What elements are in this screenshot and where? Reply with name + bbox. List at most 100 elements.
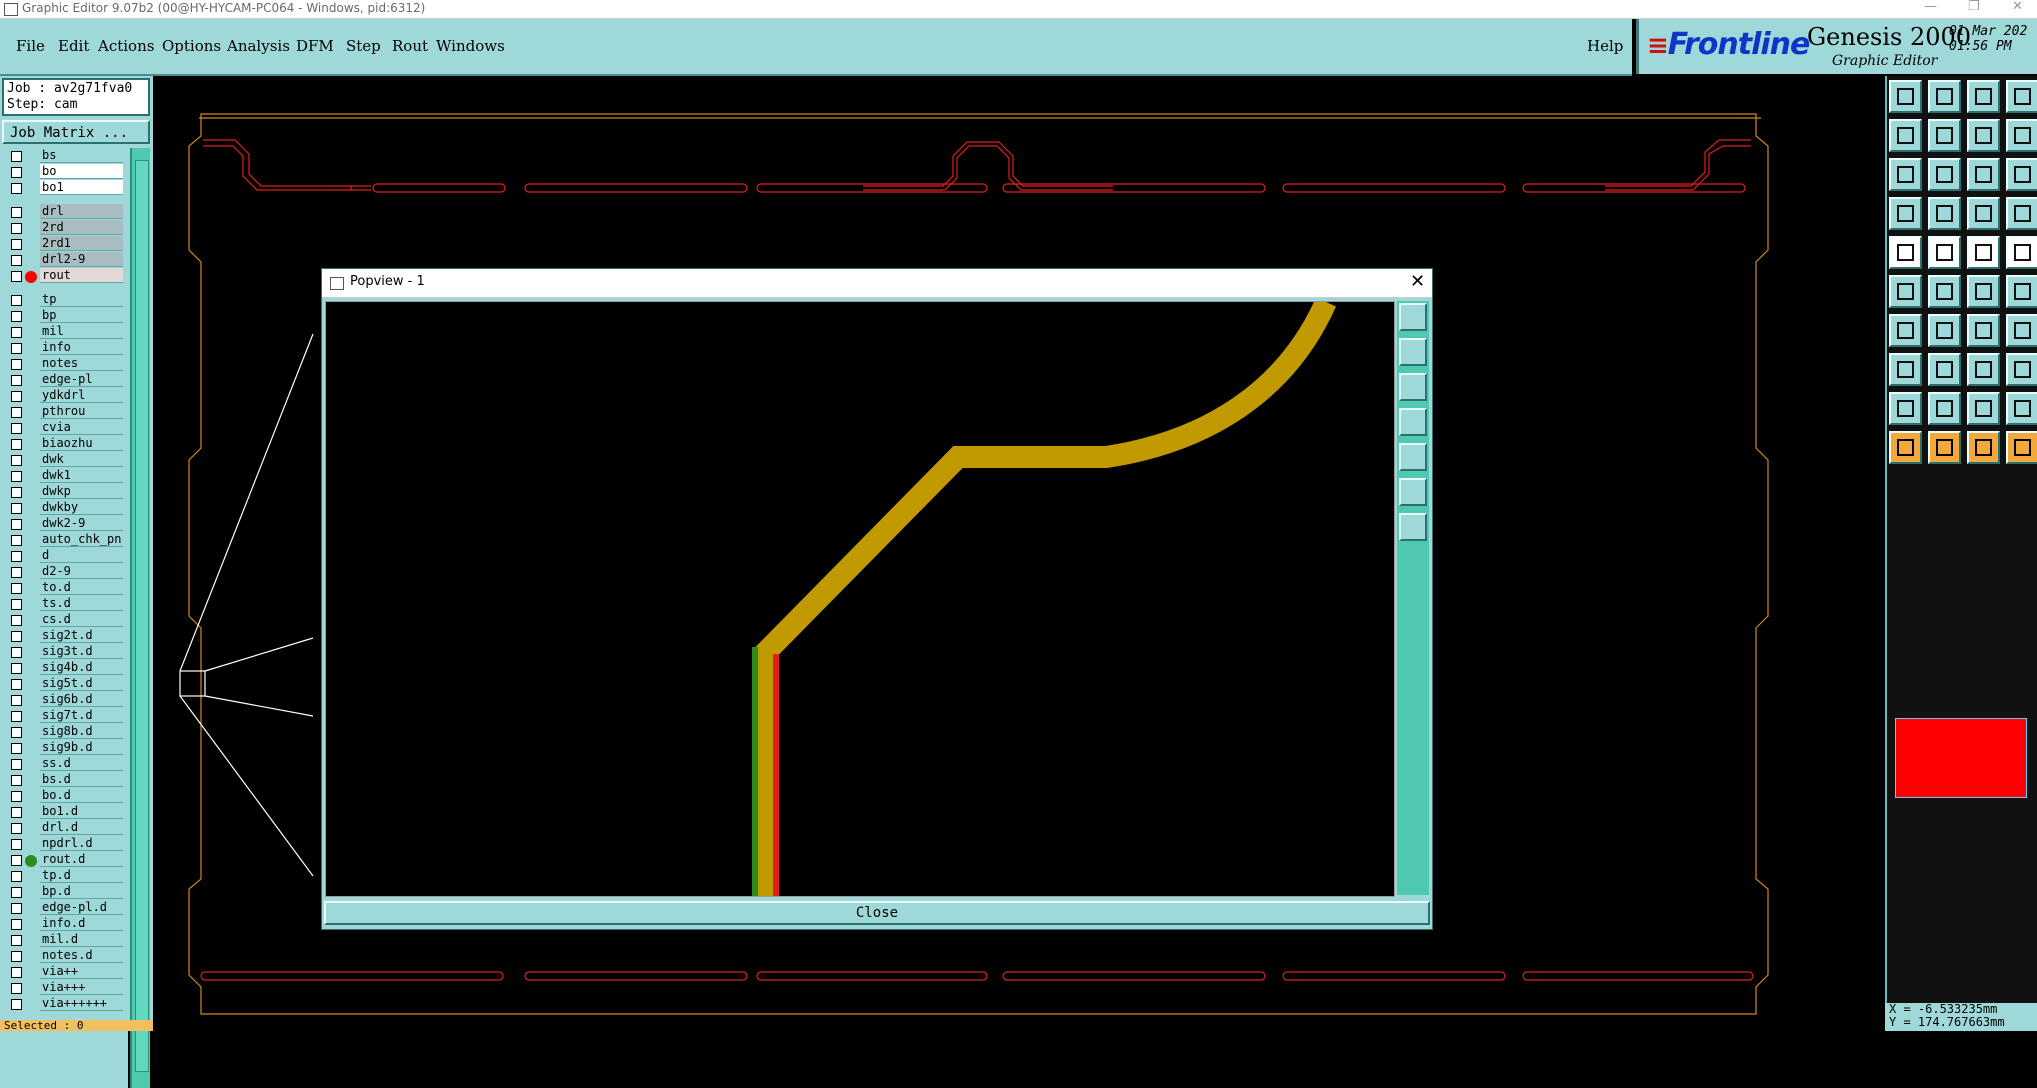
tool-query-icon[interactable] [2006, 158, 2037, 191]
layer-row[interactable]: sig6b.d [0, 692, 128, 708]
layer-name[interactable]: 2rd [40, 220, 123, 235]
layer-row[interactable]: sig8b.d [0, 724, 128, 740]
layer-row[interactable]: 2rd [0, 220, 128, 236]
layer-row[interactable]: auto_chk_pn [0, 532, 128, 548]
tool-move-icon[interactable] [1967, 353, 2000, 386]
layer-row[interactable]: dwkp [0, 484, 128, 500]
tool-save-icon[interactable] [1928, 80, 1961, 113]
layer-name[interactable]: d [40, 548, 123, 563]
layer-name[interactable]: biaozhu [40, 436, 123, 451]
layer-name[interactable]: via+++ [40, 980, 123, 995]
layer-row[interactable]: mil [0, 324, 128, 340]
layer-row[interactable]: tp.d [0, 868, 128, 884]
layer-row[interactable]: dwk1 [0, 468, 128, 484]
tool-select2-icon[interactable] [1928, 431, 1961, 464]
tool-minus-icon[interactable] [1928, 353, 1961, 386]
layer-checkbox[interactable] [11, 535, 22, 546]
layer-name[interactable]: sig8b.d [40, 724, 123, 739]
layer-checkbox[interactable] [11, 423, 22, 434]
layer-checkbox[interactable] [11, 151, 22, 162]
layer-name[interactable]: cs.d [40, 612, 123, 627]
menu-step[interactable]: Step [346, 37, 381, 55]
layer-checkbox[interactable] [11, 951, 22, 962]
tool-select3-icon[interactable] [1967, 431, 2000, 464]
layer-checkbox[interactable] [11, 887, 22, 898]
popview-zoom-button[interactable] [1399, 303, 1427, 331]
popview-pan-up-button[interactable] [1399, 338, 1427, 366]
layer-name[interactable]: info [40, 340, 123, 355]
layer-row[interactable]: sig9b.d [0, 740, 128, 756]
layer-row[interactable]: ss.d [0, 756, 128, 772]
tool-angle-icon[interactable] [1889, 314, 1922, 347]
layer-name[interactable]: sig5t.d [40, 676, 123, 691]
layer-name[interactable]: npdrl.d [40, 836, 123, 851]
layer-row[interactable]: bp.d [0, 884, 128, 900]
layer-name[interactable]: ydkdrl [40, 388, 123, 403]
layer-row[interactable]: info [0, 340, 128, 356]
tool-poly2-icon[interactable] [1967, 392, 2000, 425]
layer-name[interactable]: bp.d [40, 884, 123, 899]
layer-name[interactable]: via++ [40, 964, 123, 979]
layer-checkbox[interactable] [11, 167, 22, 178]
layer-row[interactable]: sig3t.d [0, 644, 128, 660]
layer-checkbox[interactable] [11, 599, 22, 610]
tool-snap-icon[interactable] [1967, 119, 2000, 152]
tool-dot-icon[interactable] [2006, 236, 2037, 269]
layer-checkbox[interactable] [11, 183, 22, 194]
layer-name[interactable]: mil.d [40, 932, 123, 947]
layer-row[interactable]: edge-pl [0, 372, 128, 388]
tool-circle-icon[interactable] [1889, 236, 1922, 269]
layer-name[interactable]: sig9b.d [40, 740, 123, 755]
layer-checkbox[interactable] [11, 983, 22, 994]
tool-select4-icon[interactable] [2006, 431, 2037, 464]
menu-rout[interactable]: Rout [392, 37, 428, 55]
layer-row[interactable]: sig5t.d [0, 676, 128, 692]
layer-checkbox[interactable] [11, 663, 22, 674]
popview-close-button[interactable]: Close [324, 901, 1430, 925]
job-matrix-button[interactable]: Job Matrix ... [2, 120, 150, 144]
layer-checkbox[interactable] [11, 223, 22, 234]
layer-checkbox[interactable] [11, 743, 22, 754]
tool-home-icon[interactable] [1967, 80, 2000, 113]
tool-select-icon[interactable] [1889, 431, 1922, 464]
layer-checkbox[interactable] [11, 679, 22, 690]
layer-checkbox[interactable] [11, 647, 22, 658]
layer-name[interactable]: bo1.d [40, 804, 123, 819]
layer-name[interactable]: bp [40, 308, 123, 323]
layer-checkbox[interactable] [11, 407, 22, 418]
layer-checkbox[interactable] [11, 839, 22, 850]
tool-ratio-icon[interactable] [1967, 158, 2000, 191]
layer-name[interactable]: dwk1 [40, 468, 123, 483]
layer-row[interactable]: notes.d [0, 948, 128, 964]
tool-ruler-icon[interactable] [1967, 236, 2000, 269]
popview-zoom-in-button[interactable] [1399, 478, 1427, 506]
layer-row[interactable]: cvia [0, 420, 128, 436]
layer-row[interactable]: bs.d [0, 772, 128, 788]
popview-pan-down-button[interactable] [1399, 373, 1427, 401]
popview-pan-right-button[interactable] [1399, 443, 1427, 471]
layer-checkbox[interactable] [11, 271, 22, 282]
layer-checkbox[interactable] [11, 391, 22, 402]
layer-row[interactable]: npdrl.d [0, 836, 128, 852]
layer-checkbox[interactable] [11, 615, 22, 626]
layer-name[interactable]: dwkby [40, 500, 123, 515]
layer-checkbox[interactable] [11, 631, 22, 642]
layer-checkbox[interactable] [11, 295, 22, 306]
tool-measure-icon[interactable] [1889, 197, 1922, 230]
layer-checkbox[interactable] [11, 871, 22, 882]
tool-window-icon[interactable] [2006, 80, 2037, 113]
layer-name[interactable]: edge-pl.d [40, 900, 123, 915]
layer-name[interactable]: tp.d [40, 868, 123, 883]
layer-row[interactable]: notes [0, 356, 128, 372]
layer-name[interactable]: sig3t.d [40, 644, 123, 659]
layer-checkbox[interactable] [11, 439, 22, 450]
layer-checkbox[interactable] [11, 311, 22, 322]
layer-row[interactable]: drl2-9 [0, 252, 128, 268]
overview-map[interactable] [1895, 718, 2027, 798]
layer-checkbox[interactable] [11, 775, 22, 786]
tool-flag-icon[interactable] [2006, 314, 2037, 347]
tool-slash-icon[interactable] [1928, 314, 1961, 347]
layer-row[interactable]: via++ [0, 964, 128, 980]
layer-checkbox[interactable] [11, 471, 22, 482]
layer-checkbox[interactable] [11, 375, 22, 386]
